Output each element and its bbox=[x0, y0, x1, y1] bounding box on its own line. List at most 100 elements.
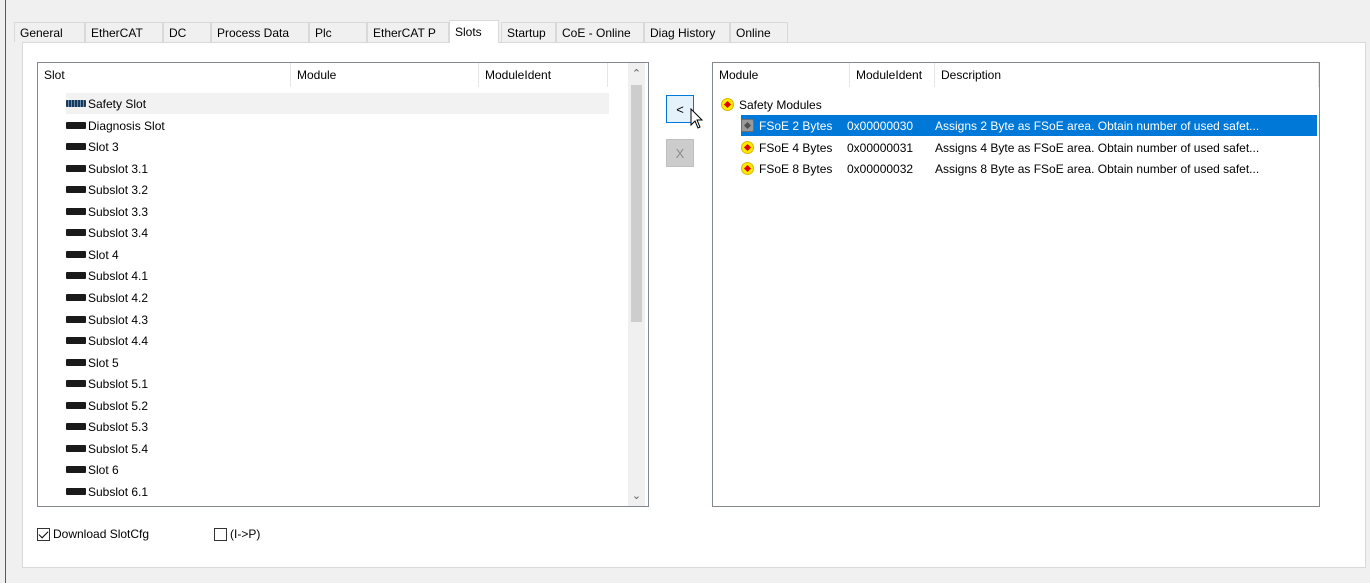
tab-label: Slots bbox=[455, 25, 482, 39]
slots-list[interactable]: Slot Module ModuleIdent Safety Slot Diag… bbox=[37, 62, 649, 507]
button-label: X bbox=[675, 145, 685, 161]
slot-row[interactable]: Subslot 3.1 bbox=[66, 158, 609, 179]
tab-online[interactable]: Online bbox=[730, 22, 788, 42]
module-ident: 0x00000031 bbox=[847, 140, 914, 155]
slot-row[interactable]: Subslot 5.4 bbox=[66, 438, 609, 459]
module-description: Assigns 2 Byte as FSoE area. Obtain numb… bbox=[935, 118, 1260, 133]
slot-label: Subslot 4.3 bbox=[88, 312, 149, 327]
slot-icon bbox=[66, 379, 86, 388]
slot-row-safety-slot[interactable]: Safety Slot bbox=[66, 93, 609, 114]
slot-icon bbox=[66, 99, 86, 108]
slot-label: Subslot 4.2 bbox=[88, 290, 149, 305]
slot-icon bbox=[66, 164, 86, 173]
module-ident: 0x00000032 bbox=[847, 161, 914, 176]
scrollbar-thumb[interactable] bbox=[631, 85, 642, 322]
window-border bbox=[5, 0, 6, 583]
slot-label: Subslot 5.3 bbox=[88, 419, 149, 434]
slot-icon bbox=[66, 401, 86, 410]
slot-row[interactable]: Slot 5 bbox=[66, 352, 609, 373]
slot-label: Diagnosis Slot bbox=[88, 118, 165, 133]
slot-row[interactable]: Diagnosis Slot bbox=[66, 115, 609, 136]
tab-label: Process Data bbox=[217, 25, 290, 40]
slot-row[interactable]: Subslot 6.1 bbox=[66, 481, 609, 502]
scroll-down-icon[interactable]: ⌄ bbox=[628, 487, 645, 504]
module-description: Assigns 4 Byte as FSoE area. Obtain numb… bbox=[935, 140, 1260, 155]
slot-icon bbox=[66, 315, 86, 324]
slot-label: Subslot 4.1 bbox=[88, 268, 149, 283]
tab-dc[interactable]: DC bbox=[163, 22, 211, 42]
tab-process-data[interactable]: Process Data bbox=[211, 22, 309, 42]
module-row-fsoe-4-bytes[interactable]: FSoE 4 Bytes 0x00000031 Assigns 4 Byte a… bbox=[741, 137, 1317, 158]
module-name: FSoE 8 Bytes bbox=[759, 161, 833, 176]
tab-ethercat[interactable]: EtherCAT bbox=[85, 22, 163, 42]
slot-icon bbox=[66, 250, 86, 259]
slot-row[interactable]: Subslot 4.4 bbox=[66, 330, 609, 351]
safety-module-icon bbox=[741, 119, 754, 132]
module-name: FSoE 2 Bytes bbox=[759, 118, 833, 133]
slot-icon bbox=[66, 422, 86, 431]
tab-label: Startup bbox=[507, 25, 546, 40]
slot-row[interactable]: Slot 4 bbox=[66, 244, 609, 265]
column-header-moduleident[interactable]: ModuleIdent bbox=[479, 63, 608, 87]
tab-general[interactable]: General bbox=[14, 22, 85, 42]
slot-row[interactable]: Slot 6 bbox=[66, 459, 609, 480]
safety-module-icon bbox=[741, 141, 754, 154]
column-header-module[interactable]: Module bbox=[291, 63, 479, 87]
slot-label: Subslot 3.2 bbox=[88, 182, 149, 197]
slot-row[interactable]: Subslot 5.2 bbox=[66, 395, 609, 416]
slot-row[interactable]: Subslot 3.4 bbox=[66, 222, 609, 243]
slot-label: Subslot 5.2 bbox=[88, 398, 149, 413]
slot-label: Subslot 5.1 bbox=[88, 376, 149, 391]
slot-row[interactable]: Subslot 5.3 bbox=[66, 416, 609, 437]
tab-diag-history[interactable]: Diag History bbox=[644, 22, 730, 42]
slot-label: Subslot 3.1 bbox=[88, 161, 149, 176]
slot-icon bbox=[66, 142, 86, 151]
tab-label: Online bbox=[736, 25, 771, 40]
slot-row[interactable]: Subslot 3.2 bbox=[66, 179, 609, 200]
module-row-fsoe-2-bytes[interactable]: FSoE 2 Bytes 0x00000030 Assigns 2 Byte a… bbox=[741, 115, 1317, 136]
slot-label: Slot 3 bbox=[88, 139, 119, 154]
slot-row[interactable]: Subslot 3.3 bbox=[66, 201, 609, 222]
slots-list-scrollbar[interactable]: ⌃ ⌄ bbox=[628, 63, 645, 506]
slot-row[interactable]: Subslot 4.3 bbox=[66, 309, 609, 330]
column-label: ModuleIdent bbox=[485, 68, 552, 82]
slot-label: Subslot 6.1 bbox=[88, 484, 149, 499]
column-header-description[interactable]: Description bbox=[935, 63, 1319, 87]
tab-startup[interactable]: Startup bbox=[501, 22, 556, 42]
slot-row[interactable]: Subslot 5.1 bbox=[66, 373, 609, 394]
slot-label: Subslot 3.3 bbox=[88, 204, 149, 219]
tab-plc[interactable]: Plc bbox=[309, 22, 367, 42]
column-header-module[interactable]: Module bbox=[713, 63, 850, 87]
slot-icon bbox=[66, 444, 86, 453]
slot-label: Subslot 4.4 bbox=[88, 333, 149, 348]
module-name: FSoE 4 Bytes bbox=[759, 140, 833, 155]
checkbox-box[interactable] bbox=[214, 527, 227, 541]
slot-icon bbox=[66, 207, 86, 216]
tab-ethercat-p[interactable]: EtherCAT P bbox=[367, 22, 449, 42]
mouse-cursor-icon bbox=[690, 108, 704, 129]
slots-list-header: Slot Module ModuleIdent bbox=[38, 63, 608, 87]
slot-row[interactable]: Subslot 4.2 bbox=[66, 287, 609, 308]
slot-label: Subslot 3.4 bbox=[88, 225, 149, 240]
safety-module-icon bbox=[721, 98, 734, 111]
tab-coe-online[interactable]: CoE - Online bbox=[556, 22, 644, 42]
column-header-slot[interactable]: Slot bbox=[38, 63, 291, 87]
tab-label: General bbox=[20, 25, 63, 40]
download-slotcfg-checkbox[interactable]: Download SlotCfg bbox=[37, 527, 149, 541]
slot-row[interactable]: Slot 3 bbox=[66, 136, 609, 157]
scroll-up-icon[interactable]: ⌃ bbox=[628, 65, 645, 82]
tab-slots[interactable]: Slots bbox=[449, 20, 499, 43]
checkbox-label: (I->P) bbox=[230, 527, 261, 541]
slot-icon bbox=[66, 465, 86, 474]
checkbox-box[interactable] bbox=[37, 527, 50, 541]
slot-icon bbox=[66, 271, 86, 280]
slot-row[interactable]: Subslot 4.1 bbox=[66, 265, 609, 286]
tab-label: Diag History bbox=[650, 25, 716, 40]
i-to-p-checkbox[interactable]: (I->P) bbox=[214, 527, 260, 541]
remove-module-button[interactable]: X bbox=[666, 139, 694, 167]
modules-list[interactable]: Module ModuleIdent Description Safety Mo… bbox=[712, 62, 1320, 507]
module-row-fsoe-8-bytes[interactable]: FSoE 8 Bytes 0x00000032 Assigns 8 Byte a… bbox=[741, 158, 1317, 179]
module-group-safety-modules[interactable]: Safety Modules bbox=[721, 94, 1021, 115]
column-label: ModuleIdent bbox=[856, 68, 923, 82]
column-header-moduleident[interactable]: ModuleIdent bbox=[850, 63, 935, 87]
